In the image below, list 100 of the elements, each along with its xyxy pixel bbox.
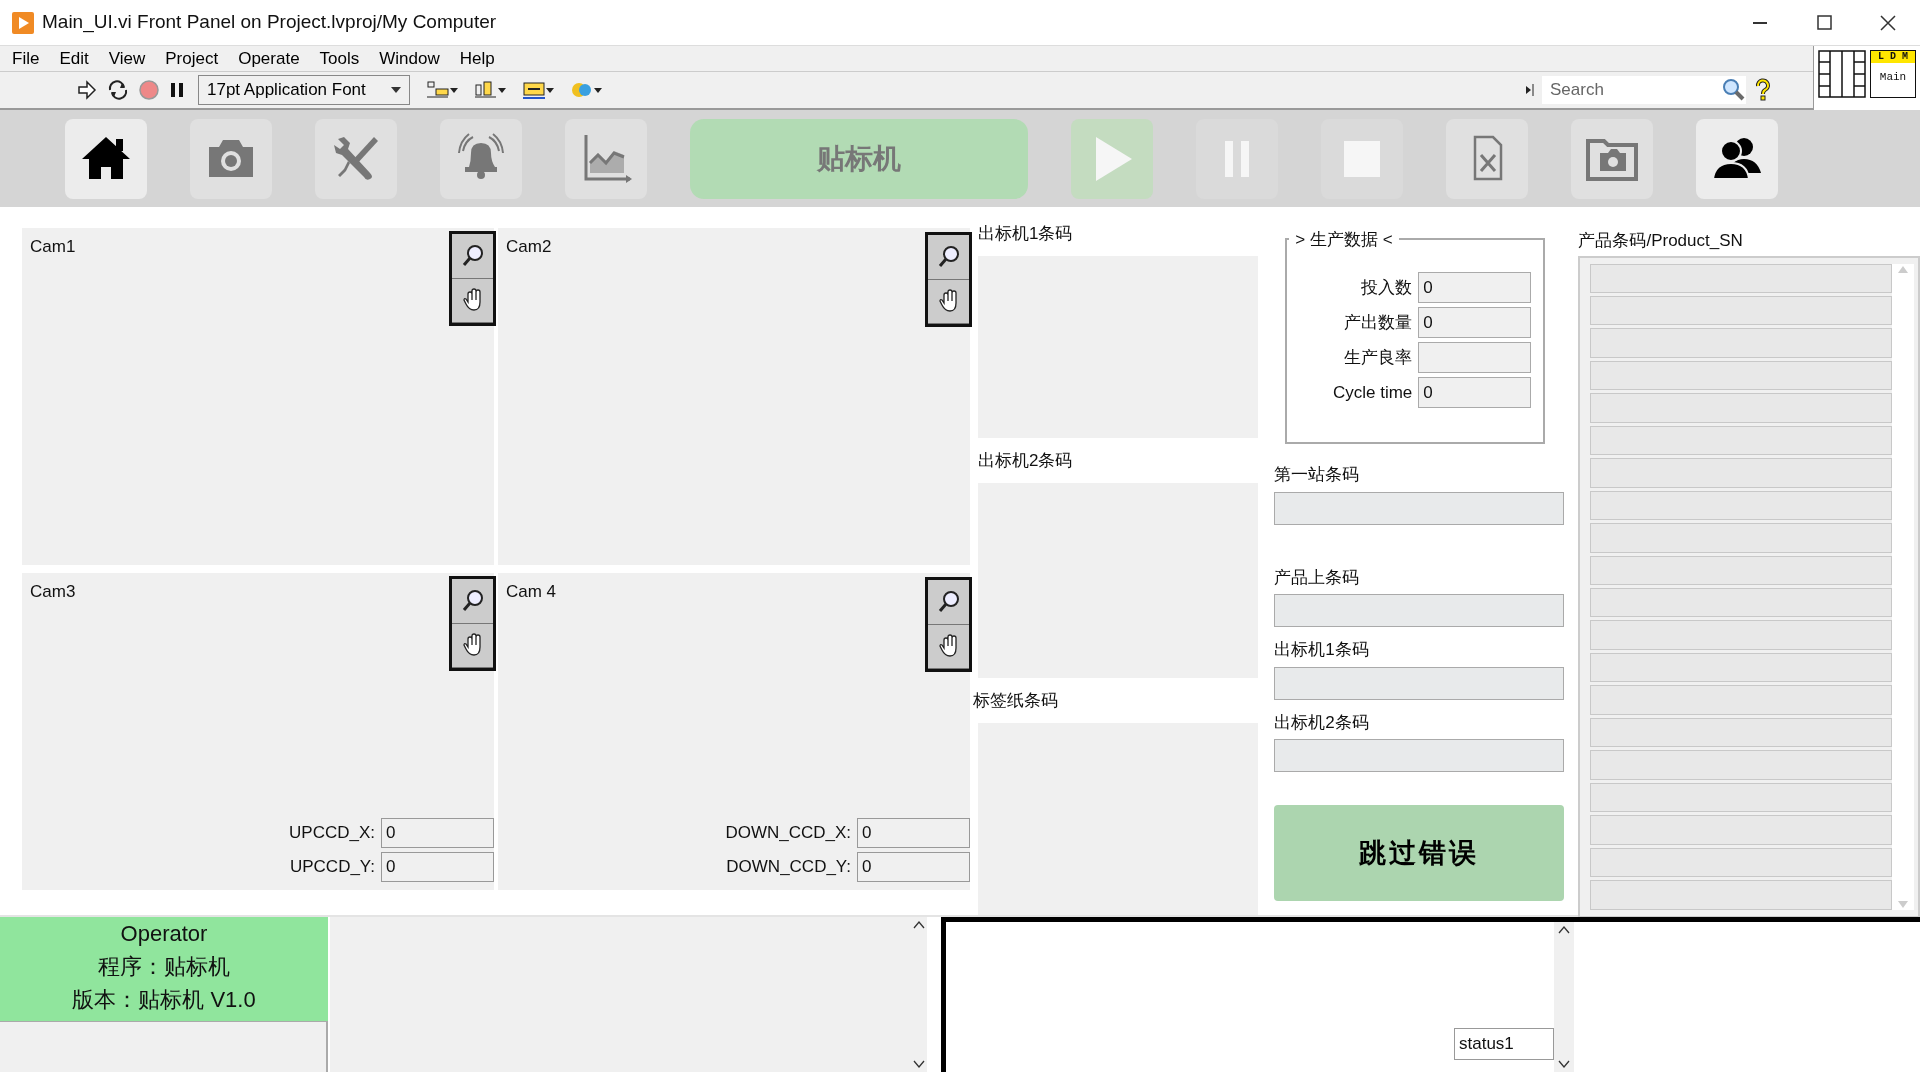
run-continuously-icon[interactable] — [106, 79, 130, 101]
connector-pane-icon — [1818, 50, 1866, 98]
scroll-up-icon[interactable] — [913, 921, 925, 929]
menu-item[interactable]: File — [4, 45, 52, 72]
menu-item[interactable]: Tools — [311, 45, 372, 72]
numeric-field[interactable]: 0 — [857, 852, 970, 882]
field-label: Cycle time — [1332, 381, 1413, 404]
numeric-field[interactable]: 0 — [1418, 307, 1532, 338]
list-row[interactable] — [1590, 685, 1892, 715]
camera-label: Cam2 — [506, 236, 552, 258]
abort-icon[interactable] — [138, 79, 160, 101]
alarm-button[interactable] — [440, 118, 522, 199]
list-row[interactable] — [1590, 880, 1892, 910]
numeric-field[interactable]: 0 — [1418, 272, 1532, 303]
home-button[interactable] — [65, 118, 147, 199]
caret-icon — [546, 86, 554, 94]
list-row[interactable] — [1590, 555, 1892, 586]
list-row[interactable] — [1590, 523, 1892, 553]
list-row[interactable] — [1590, 620, 1892, 650]
list-row[interactable] — [1590, 458, 1892, 488]
users-button[interactable] — [1696, 118, 1778, 199]
app-icon — [12, 11, 34, 34]
zoom-icon[interactable] — [460, 243, 485, 268]
text-field[interactable] — [1274, 594, 1565, 627]
text-field[interactable] — [1274, 739, 1565, 772]
image-label: 出标机2条码 — [978, 452, 1074, 471]
camera-label: Cam1 — [30, 236, 76, 258]
scroll-down-icon[interactable] — [1558, 1060, 1570, 1068]
minimize-icon — [1753, 21, 1767, 24]
list-row[interactable] — [1590, 393, 1892, 423]
hand-icon[interactable] — [937, 634, 960, 659]
list-row[interactable] — [1590, 782, 1892, 813]
camera-label: Cam3 — [30, 581, 76, 603]
status-field[interactable]: status1 — [1454, 1028, 1554, 1060]
list-row[interactable] — [1590, 847, 1892, 878]
icon-banner: L D M — [1871, 51, 1915, 63]
align-objects-dropdown[interactable] — [426, 79, 458, 101]
field-label: 出标机2条码 — [1274, 711, 1370, 734]
list-row[interactable] — [1590, 750, 1892, 780]
list-row[interactable] — [1590, 815, 1892, 845]
scroll-down-icon[interactable] — [913, 1060, 925, 1068]
resize-objects-icon — [522, 79, 546, 101]
search-icon[interactable] — [1722, 78, 1746, 102]
field-label: 生产良率 — [1344, 346, 1413, 369]
list-row[interactable] — [1590, 490, 1892, 521]
zoom-icon[interactable] — [460, 588, 485, 613]
operator-text: 版本：贴标机 V1.0 — [72, 986, 256, 1014]
numeric-field[interactable] — [1418, 342, 1532, 373]
list-row[interactable] — [1590, 295, 1892, 326]
scroll-up-icon[interactable] — [1558, 926, 1570, 934]
list-row[interactable] — [1590, 588, 1892, 618]
field-label: 投入数 — [1361, 276, 1413, 299]
hand-icon[interactable] — [461, 633, 484, 658]
list-row[interactable] — [1590, 717, 1892, 748]
numeric-field[interactable]: 0 — [857, 818, 970, 848]
hand-icon[interactable] — [461, 288, 484, 313]
menu-item[interactable]: Edit — [51, 45, 101, 72]
document-button[interactable] — [1446, 118, 1528, 199]
menu-item[interactable]: Window — [371, 45, 452, 72]
hand-icon[interactable] — [937, 289, 960, 314]
menu-item[interactable]: Project — [157, 45, 231, 72]
camera-button[interactable] — [190, 118, 272, 199]
operator-text: 程序：贴标机 — [98, 953, 230, 981]
numeric-field[interactable]: 0 — [381, 852, 494, 882]
list-row[interactable] — [1590, 328, 1892, 358]
field-label: 出标机1条码 — [1274, 639, 1370, 661]
field-label: UPCCD_X: — [289, 822, 375, 845]
list-label: 产品条码/Product_SN — [1578, 230, 1744, 252]
font-dropdown[interactable]: 17pt Application Font — [198, 75, 410, 105]
field-label: 第一站条码 — [1274, 464, 1361, 486]
caret-icon — [594, 86, 602, 94]
zoom-icon[interactable] — [936, 589, 961, 614]
distribute-objects-icon — [474, 79, 498, 101]
numeric-field[interactable]: 0 — [1418, 377, 1532, 408]
help-icon[interactable] — [1754, 78, 1772, 102]
zoom-icon[interactable] — [936, 244, 961, 269]
image-label: 标签纸条码 — [973, 692, 1059, 711]
image-label: 出标机1条码 — [978, 225, 1074, 243]
distribute-objects-dropdown[interactable] — [474, 79, 506, 101]
list-row[interactable] — [1590, 263, 1892, 293]
run-arrow-icon[interactable] — [76, 79, 98, 101]
skip-error-button[interactable]: 跳过错误 — [1274, 805, 1565, 901]
resize-objects-dropdown[interactable] — [522, 79, 554, 101]
caret-icon — [498, 86, 506, 94]
text-field[interactable] — [1274, 491, 1565, 525]
search-scope-icon — [1526, 84, 1534, 96]
menu-item[interactable]: Help — [451, 45, 507, 72]
list-row[interactable] — [1590, 425, 1892, 456]
tools-button[interactable] — [315, 118, 397, 199]
snapshot-button[interactable] — [1571, 118, 1653, 199]
menu-item[interactable]: View — [100, 45, 158, 72]
list-row[interactable] — [1590, 652, 1892, 683]
list-row[interactable] — [1590, 360, 1892, 391]
numeric-field[interactable]: 0 — [381, 818, 494, 848]
caret-icon — [391, 86, 401, 94]
icon-label: Main — [1878, 70, 1908, 85]
menu-item[interactable]: Operate — [230, 45, 312, 72]
chart-button[interactable] — [565, 118, 647, 199]
field-label: 产品上条码 — [1274, 566, 1361, 589]
text-field[interactable] — [1274, 666, 1565, 700]
